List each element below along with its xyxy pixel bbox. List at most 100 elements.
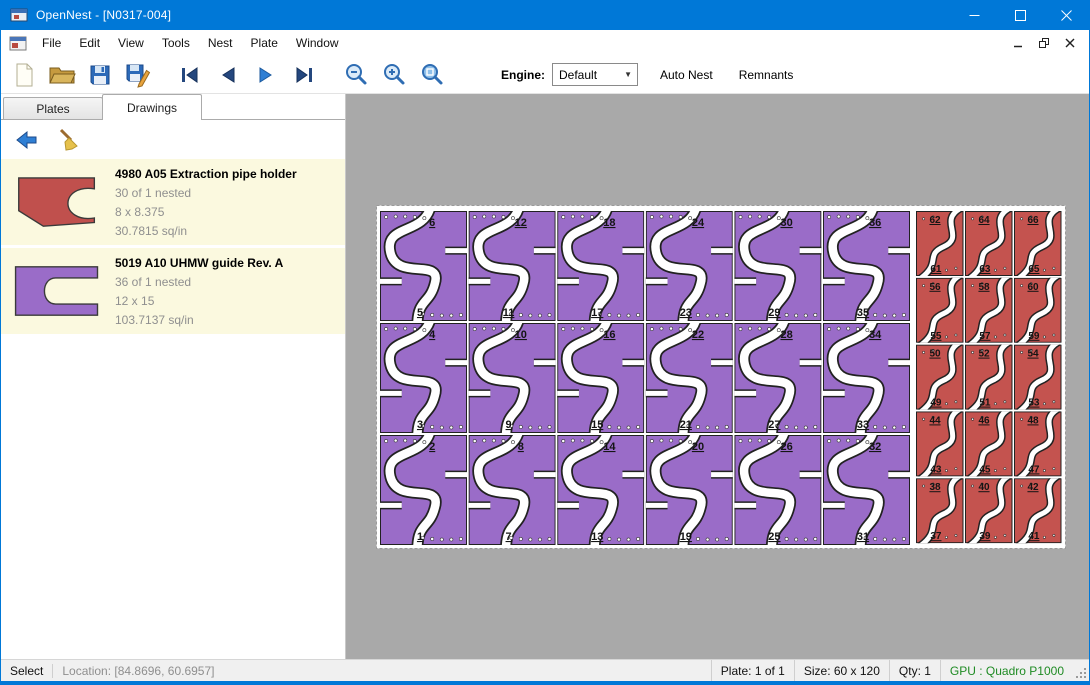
svg-text:22: 22 (692, 329, 704, 341)
mdi-minimize-button[interactable] (1007, 34, 1029, 52)
close-button[interactable] (1043, 0, 1089, 30)
menu-item-tools[interactable]: Tools (153, 31, 199, 55)
svg-text:24: 24 (692, 217, 705, 229)
nest-canvas[interactable]: 6512111817242330293635431091615222128273… (346, 94, 1089, 659)
app-icon (10, 7, 28, 23)
tab-drawings[interactable]: Drawings (102, 94, 202, 120)
svg-text:5: 5 (417, 307, 423, 319)
svg-text:11: 11 (503, 307, 515, 319)
nav-previous-icon (216, 63, 240, 87)
mdi-close-button[interactable] (1059, 34, 1081, 52)
drawing-nested-count: 36 of 1 nested (115, 273, 283, 292)
svg-text:37: 37 (930, 531, 942, 542)
svg-text:61: 61 (930, 264, 942, 275)
save-as-button[interactable] (119, 58, 157, 92)
svg-text:52: 52 (978, 349, 990, 360)
svg-text:47: 47 (1028, 464, 1040, 475)
svg-text:27: 27 (768, 419, 780, 431)
svg-text:51: 51 (979, 398, 991, 409)
svg-text:64: 64 (978, 215, 990, 226)
menu-items: FileEditViewToolsNestPlateWindow (33, 31, 348, 55)
svg-text:3: 3 (417, 419, 423, 431)
drawing-list-item[interactable]: 5019 A10 UHMW guide Rev. A36 of 1 nested… (1, 248, 345, 334)
drawing-title: 4980 A05 Extraction pipe holder (115, 165, 297, 184)
svg-text:17: 17 (591, 307, 603, 319)
menu-item-window[interactable]: Window (287, 31, 348, 55)
menu-item-file[interactable]: File (33, 31, 70, 55)
zoom-out-button[interactable] (337, 58, 375, 92)
size-status: Size: 60 x 120 (794, 660, 889, 681)
drawings-toolbar (1, 120, 345, 159)
menu-item-nest[interactable]: Nest (199, 31, 242, 55)
menu-item-plate[interactable]: Plate (242, 31, 287, 55)
svg-text:1: 1 (417, 531, 423, 543)
save-as-icon (125, 62, 151, 88)
svg-text:6: 6 (429, 217, 435, 229)
svg-text:26: 26 (780, 441, 792, 453)
engine-select[interactable]: Default ▼ (552, 63, 638, 86)
open-icon (48, 63, 76, 87)
svg-text:35: 35 (857, 307, 869, 319)
nest-plate-svg[interactable]: 6512111817242330293635431091615222128273… (376, 205, 1066, 549)
window-bottom-border (1, 681, 1089, 685)
title-bar: OpenNest - [N0317-004] (1, 0, 1089, 30)
mode-status: Select (1, 664, 52, 678)
svg-text:66: 66 (1027, 215, 1039, 226)
drawing-size: 8 x 8.375 (115, 203, 297, 222)
nav-last-button[interactable] (285, 58, 323, 92)
remnants-button[interactable]: Remnants (735, 62, 798, 88)
tab-strip: Plates Drawings (1, 94, 345, 120)
svg-text:10: 10 (515, 329, 527, 341)
gpu-status: GPU : Quadro P1000 (940, 660, 1073, 681)
svg-text:34: 34 (869, 329, 882, 341)
tab-plates[interactable]: Plates (3, 97, 103, 119)
zoom-in-button[interactable] (375, 58, 413, 92)
zoom-in-icon (381, 62, 407, 88)
mdi-window-buttons (1007, 34, 1089, 52)
open-button[interactable] (43, 58, 81, 92)
svg-text:41: 41 (1028, 531, 1040, 542)
svg-text:57: 57 (979, 331, 991, 342)
broom-button[interactable] (51, 125, 85, 155)
save-button[interactable] (81, 58, 119, 92)
menu-item-view[interactable]: View (109, 31, 153, 55)
maximize-icon (1015, 10, 1026, 21)
back-arrow-button[interactable] (9, 125, 43, 155)
zoom-out-icon (343, 62, 369, 88)
caption-buttons (951, 0, 1089, 30)
nav-next-button[interactable] (247, 58, 285, 92)
auto-nest-button[interactable]: Auto Nest (656, 62, 717, 88)
svg-text:20: 20 (692, 441, 704, 453)
svg-text:9: 9 (506, 419, 512, 431)
svg-text:55: 55 (930, 331, 942, 342)
drawing-nested-count: 30 of 1 nested (115, 184, 297, 203)
drawing-area: 30.7815 sq/in (115, 222, 297, 241)
resize-grip[interactable] (1073, 660, 1089, 681)
svg-text:40: 40 (978, 482, 990, 493)
drawing-list-item[interactable]: 4980 A05 Extraction pipe holder30 of 1 n… (1, 159, 345, 245)
svg-text:7: 7 (506, 531, 512, 543)
svg-text:63: 63 (979, 264, 991, 275)
svg-text:14: 14 (603, 441, 616, 453)
maximize-button[interactable] (997, 0, 1043, 30)
drawing-item-text: 4980 A05 Extraction pipe holder30 of 1 n… (107, 163, 297, 241)
main-toolbar: Engine: Default ▼ Auto Nest Remnants (1, 56, 1089, 94)
back-arrow-icon (14, 130, 38, 150)
minimize-button[interactable] (951, 0, 997, 30)
svg-text:18: 18 (603, 217, 615, 229)
svg-text:8: 8 (518, 441, 524, 453)
zoom-fit-button[interactable] (413, 58, 451, 92)
mdi-close-icon (1065, 38, 1075, 48)
nav-previous-button[interactable] (209, 58, 247, 92)
new-button[interactable] (5, 58, 43, 92)
svg-text:36: 36 (869, 217, 881, 229)
nav-first-button[interactable] (171, 58, 209, 92)
svg-text:48: 48 (1027, 415, 1039, 426)
menu-item-edit[interactable]: Edit (70, 31, 109, 55)
drawing-area: 103.7137 sq/in (115, 311, 283, 330)
svg-text:32: 32 (869, 441, 881, 453)
mdi-restore-button[interactable] (1033, 34, 1055, 52)
svg-text:39: 39 (979, 531, 991, 542)
part-thumbnail-icon (7, 163, 107, 241)
document-icon (9, 36, 27, 51)
